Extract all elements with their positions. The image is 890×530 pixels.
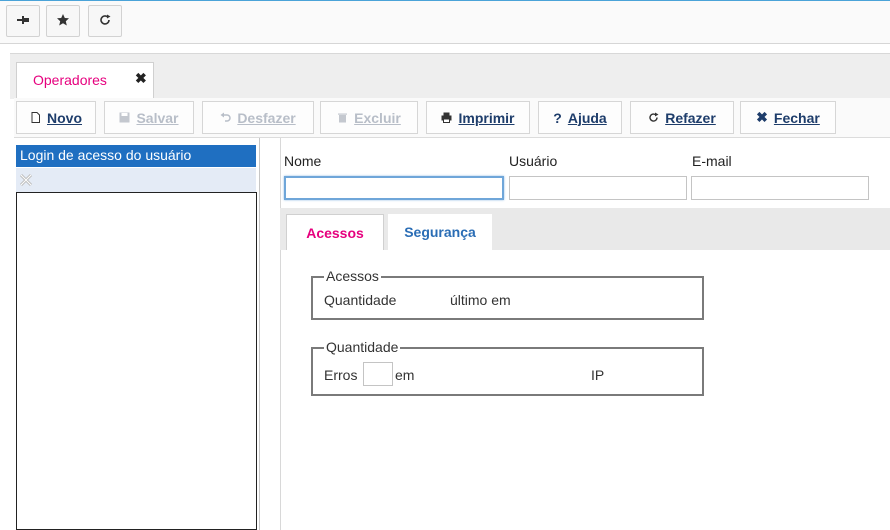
- ultimo-em-label: último em: [450, 292, 511, 308]
- redo-icon: [648, 110, 659, 126]
- help-icon: ?: [553, 109, 562, 126]
- novo-button[interactable]: Novo: [16, 101, 96, 134]
- excluir-button[interactable]: Excluir: [320, 101, 418, 134]
- quantidade-label: Quantidade: [324, 292, 397, 308]
- tab-close-icon[interactable]: ✖: [135, 71, 149, 85]
- desfazer-button[interactable]: Desfazer: [202, 101, 314, 134]
- tab-seguranca[interactable]: Segurança: [388, 214, 492, 250]
- ip-label: IP: [591, 367, 605, 383]
- erros-label: Erros: [324, 367, 358, 383]
- excluir-label: Excluir: [354, 109, 401, 126]
- email-label: E-mail: [692, 153, 732, 169]
- undo-icon: [220, 110, 231, 126]
- salvar-label: Salvar: [136, 109, 179, 126]
- favorite-button[interactable]: [46, 5, 80, 37]
- usuario-input[interactable]: [509, 176, 687, 200]
- nome-input[interactable]: [284, 176, 504, 200]
- imprimir-label: Imprimir: [458, 109, 515, 126]
- pin-icon: [16, 13, 30, 30]
- erros-input[interactable]: [363, 362, 393, 386]
- imprimir-button[interactable]: Imprimir: [426, 101, 530, 134]
- clear-filter-icon[interactable]: [19, 173, 33, 187]
- usuario-label: Usuário: [509, 153, 558, 169]
- acessos-legend: Acessos: [324, 268, 381, 284]
- quick-toolbar: [0, 0, 890, 44]
- list-item[interactable]: [16, 168, 256, 192]
- panel-divider: [280, 138, 281, 530]
- list-header[interactable]: Login de acesso do usuário: [16, 145, 256, 167]
- fechar-label: Fechar: [773, 109, 820, 126]
- trash-icon: [337, 110, 348, 126]
- pin-button[interactable]: [6, 5, 40, 37]
- refazer-button[interactable]: Refazer: [630, 101, 734, 134]
- print-icon: [441, 110, 452, 126]
- quantidade-legend: Quantidade: [324, 339, 401, 355]
- ajuda-label: Ajuda: [567, 109, 607, 126]
- fechar-button[interactable]: ✖ Fechar: [740, 101, 836, 134]
- refazer-label: Refazer: [665, 109, 716, 126]
- tab-acessos[interactable]: Acessos: [286, 214, 384, 250]
- tab-operadores-label: Operadores: [33, 72, 107, 88]
- tab-seguranca-label: Segurança: [404, 224, 476, 240]
- novo-label: Novo: [47, 109, 82, 126]
- salvar-button[interactable]: Salvar: [104, 101, 194, 134]
- tab-acessos-label: Acessos: [306, 224, 364, 241]
- save-icon: [119, 110, 130, 126]
- close-icon: ✖: [756, 109, 768, 125]
- refresh-icon: [98, 13, 112, 30]
- desfazer-label: Desfazer: [237, 109, 296, 126]
- reload-button[interactable]: [88, 5, 122, 37]
- star-icon: [56, 13, 70, 30]
- em-label: em: [395, 367, 415, 383]
- email-input[interactable]: [691, 176, 869, 200]
- ajuda-button[interactable]: ? Ajuda: [538, 101, 622, 134]
- nome-label: Nome: [284, 153, 322, 169]
- new-file-icon: [30, 110, 41, 126]
- login-list[interactable]: [16, 192, 257, 530]
